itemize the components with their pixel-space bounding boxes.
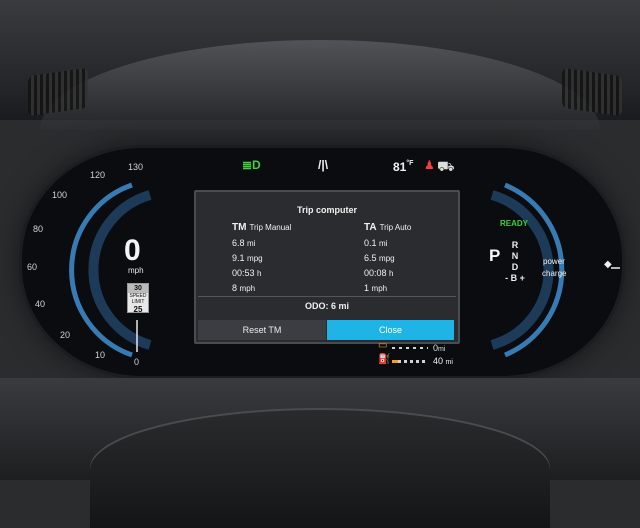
odo-unit: mi	[338, 301, 350, 311]
trip-auto-header: TA Trip Auto	[364, 222, 411, 238]
tm-time-value: 00:53	[232, 268, 255, 278]
ta-distance-unit: mi	[379, 239, 388, 248]
tm-abbr: TM	[232, 222, 247, 233]
ta-economy-unit: mpg	[379, 254, 395, 263]
gear-option: N	[511, 251, 519, 261]
fuel-range-value: 40	[433, 356, 444, 366]
tm-economy-value: 9.1	[232, 253, 245, 263]
tm-economy-unit: mpg	[247, 254, 263, 263]
seatbelt-warning-icon: ♟	[424, 158, 435, 172]
battery-icon: ▭	[378, 340, 388, 351]
speed-limit-caption: SPEED LIMIT	[129, 293, 147, 305]
power-pointer-icon: ◆	[604, 259, 612, 270]
electric-range-bar	[392, 347, 428, 349]
headlight-icon: ≣D	[242, 158, 261, 172]
fuel-range-bar	[392, 360, 428, 363]
speed-tick: 60	[27, 262, 38, 272]
speed-tick: 0	[134, 357, 140, 367]
tm-economy: 9.1 mpg	[232, 253, 291, 268]
steering-wheel	[90, 408, 550, 528]
tm-speed-unit: mph	[239, 284, 256, 293]
ready-indicator: READY	[500, 219, 529, 228]
trip-manual-column: TM Trip Manual 6.8 mi 9.1 mpg 00:53 h 8 m…	[232, 222, 291, 298]
trip-auto-column: TA Trip Auto 0.1 mi 6.5 mpg 00:08 h 1 mph	[364, 222, 411, 298]
speed-tick: 120	[90, 170, 106, 180]
ta-time: 00:08 h	[364, 268, 411, 283]
ta-distance-value: 0.1	[364, 238, 377, 248]
reset-tm-button[interactable]: Reset TM	[198, 320, 326, 340]
odo-value: 6	[330, 301, 336, 311]
tm-speed-value: 8	[232, 283, 238, 293]
tm-time-unit: h	[257, 269, 262, 278]
speed-tick: 100	[52, 190, 68, 200]
tm-time: 00:53 h	[232, 268, 291, 283]
close-button[interactable]: Close	[327, 320, 454, 340]
ta-distance: 0.1 mi	[364, 238, 411, 253]
electric-range-unit: mi	[438, 346, 446, 353]
temperature-unit: °F	[406, 160, 414, 167]
speed-limit-top: 30	[128, 284, 148, 293]
speed-tick: 20	[60, 330, 71, 340]
power-label: power	[543, 257, 565, 266]
door-open-car-icon: ⛟	[437, 158, 455, 174]
tm-distance: 6.8 mi	[232, 238, 291, 253]
speed-limit-sign: 30 SPEED LIMIT 25	[127, 283, 149, 314]
divider	[198, 296, 456, 297]
tm-label: Trip Manual	[249, 223, 292, 232]
speed-tick: 80	[33, 224, 44, 234]
ta-economy-value: 6.5	[364, 253, 377, 263]
ta-time-unit: h	[389, 269, 394, 278]
dialog-title: Trip computer	[296, 205, 357, 215]
ta-time-value: 00:08	[364, 268, 387, 278]
ta-speed-value: 1	[364, 283, 370, 293]
lane-assist-icon: /|\	[318, 158, 329, 172]
speed-readout: 0	[124, 234, 141, 267]
odometer: ODO: 6 mi	[196, 301, 458, 311]
speed-unit: mph	[128, 266, 144, 275]
ta-abbr: TA	[364, 222, 377, 233]
gear-option: - B +	[505, 273, 525, 283]
odo-label: ODO:	[304, 301, 329, 311]
fuel-range: 40 mi	[433, 356, 453, 366]
tm-distance-unit: mi	[247, 239, 256, 248]
trip-manual-header: TM Trip Manual	[232, 222, 291, 238]
temperature-value: 81	[393, 160, 407, 174]
speed-tick: 40	[35, 299, 46, 309]
ta-label: Trip Auto	[379, 223, 412, 232]
speed-tick: 130	[128, 162, 144, 172]
tm-distance-value: 6.8	[232, 238, 245, 248]
speed-tick: 10	[95, 350, 106, 360]
ta-speed-unit: mph	[371, 284, 388, 293]
charge-label: charge	[542, 269, 567, 278]
current-gear: P	[489, 246, 501, 265]
electric-range: 0mi	[433, 343, 445, 353]
outside-temperature: 81°F	[393, 160, 413, 174]
trip-computer-dialog: Trip computer TM Trip Manual 6.8 mi 9.1 m…	[194, 190, 460, 344]
speed-limit-value: 25	[133, 305, 143, 314]
ta-economy: 6.5 mpg	[364, 253, 411, 268]
gear-selector-list: R N D - B +	[505, 240, 525, 284]
gear-option: D	[511, 262, 519, 272]
fuel-pump-icon: ⛽	[378, 354, 391, 365]
fuel-range-unit: mi	[445, 359, 453, 366]
gear-option: R	[511, 240, 519, 250]
